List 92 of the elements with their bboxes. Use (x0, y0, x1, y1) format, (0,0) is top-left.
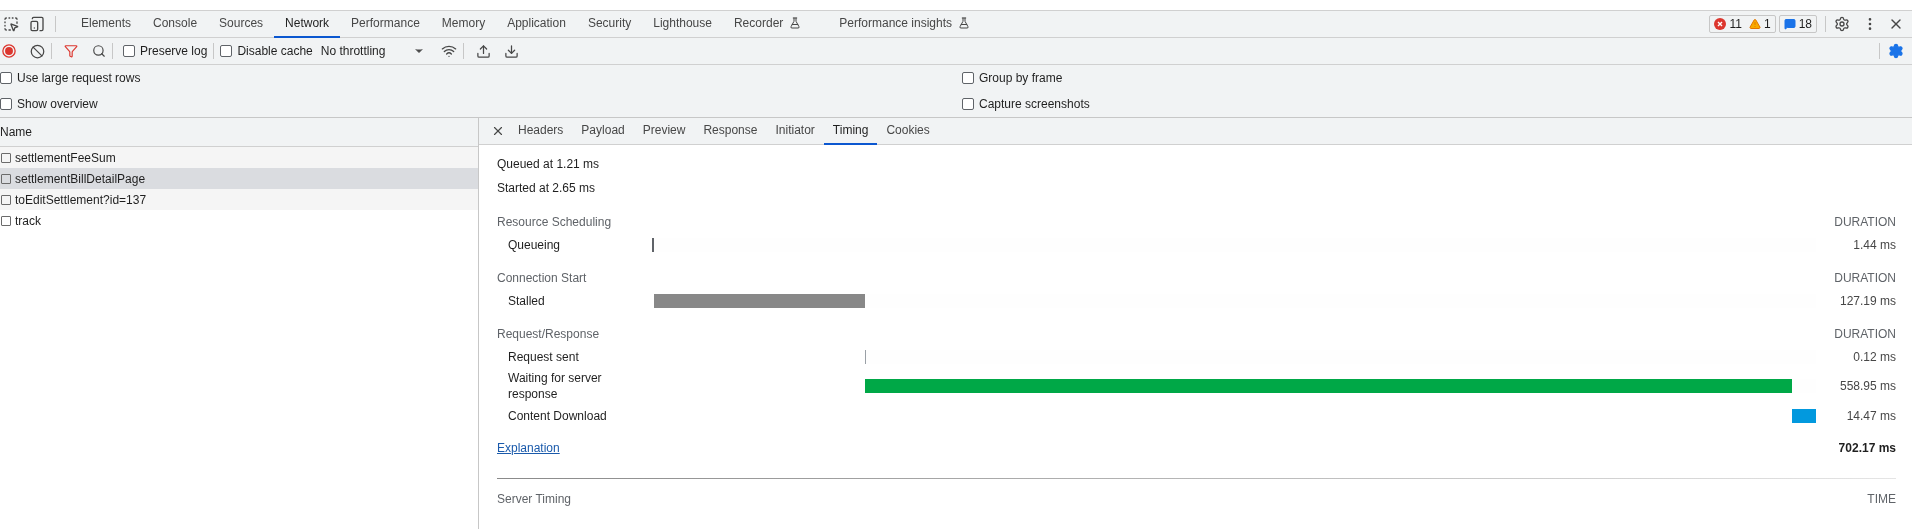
detail-tab[interactable]: Headers (509, 117, 573, 145)
section-title: Request/Response (497, 325, 600, 343)
queued-text: Queued at 1.21 ms (497, 156, 600, 173)
checkbox-label: Show overview (17, 96, 98, 113)
settings-icon[interactable] (1888, 43, 1904, 59)
clear-icon[interactable] (30, 43, 45, 59)
import-icon[interactable] (475, 43, 491, 59)
duration-value: 14.47 ms (1845, 407, 1896, 425)
inspect-icon[interactable] (3, 16, 19, 32)
request-name: settlementFeeSum (15, 149, 116, 167)
request-row[interactable]: toEditSettlement?id=137 (0, 189, 478, 210)
detail-tab[interactable]: Initiator (766, 117, 824, 145)
checkbox-label: Group by frame (979, 70, 1063, 87)
duration-value: 127.19 ms (1838, 292, 1896, 310)
section-title: Server Timing (497, 491, 572, 508)
phase-label: Request sent (507, 348, 580, 365)
column-header[interactable]: Name (0, 123, 32, 141)
checkbox[interactable] (962, 72, 974, 84)
panel-tab[interactable]: Performance insights (828, 10, 982, 38)
request-name: toEditSettlement?id=137 (15, 191, 147, 209)
setting-option[interactable]: Show overview (0, 95, 98, 113)
duration-value: 1.44 ms (1852, 236, 1896, 254)
section-title: Resource Scheduling (497, 213, 612, 231)
setting-option[interactable]: Capture screenshots (962, 95, 1090, 113)
export-icon[interactable] (503, 43, 519, 59)
checkbox[interactable] (220, 45, 233, 57)
close-icon[interactable] (491, 124, 505, 138)
detail-tab[interactable]: Preview (633, 117, 695, 145)
explanation-link[interactable]: Explanation (497, 439, 560, 457)
column-label: DURATION (1834, 269, 1896, 287)
warning-count: 1 (1763, 16, 1771, 33)
phase-label: Content Download (507, 407, 608, 424)
device-icon[interactable] (29, 16, 45, 32)
detail-tab[interactable]: Payload (572, 117, 634, 145)
record-stop-icon[interactable] (2, 44, 16, 58)
error-icon (1714, 18, 1727, 30)
detail-tab[interactable]: Timing (823, 117, 878, 145)
throttling-dropdown[interactable]: No throttling (320, 42, 425, 60)
disable-cache-option[interactable]: Disable cache (220, 42, 313, 60)
document-icon (1, 194, 11, 205)
detail-tab[interactable]: Response (694, 117, 767, 145)
preserve-log-option[interactable]: Preserve log (123, 42, 208, 60)
request-name: settlementBillDetailPage (15, 170, 146, 188)
column-label: DURATION (1834, 325, 1896, 343)
request-row[interactable]: settlementBillDetailPage (0, 168, 478, 189)
document-icon (1, 152, 11, 163)
request-row[interactable]: settlementFeeSum (0, 147, 478, 168)
panel-tab[interactable]: Security (576, 10, 643, 38)
settings-icon[interactable] (1834, 16, 1850, 32)
message-count: 18 (1798, 16, 1812, 33)
message-icon (1783, 18, 1796, 30)
checkbox[interactable] (123, 45, 135, 57)
flask-icon (958, 17, 971, 29)
detail-tab[interactable]: Cookies (877, 117, 939, 145)
panel-tab[interactable]: Lighthouse (642, 10, 723, 38)
panel-tab[interactable]: Performance (340, 10, 431, 38)
phase-label: Waiting for server response (507, 370, 603, 402)
checkbox[interactable] (0, 98, 12, 110)
checkbox-label: Preserve log (140, 43, 208, 60)
phase-label: Queueing (507, 236, 562, 253)
document-icon (1, 173, 11, 184)
phase-label: Stalled (507, 292, 546, 309)
panel-tab[interactable]: Application (496, 10, 577, 38)
total-duration: 702.17 ms (1838, 440, 1896, 457)
column-label: DURATION (1834, 213, 1896, 231)
duration-value: 0.12 ms (1852, 348, 1896, 366)
messages-counter[interactable]: 18 (1778, 15, 1817, 33)
setting-option[interactable]: Group by frame (962, 69, 1063, 87)
checkbox-label: Capture screenshots (979, 96, 1090, 113)
filter-icon[interactable] (64, 44, 78, 58)
started-text: Started at 2.65 ms (497, 180, 596, 197)
setting-option[interactable]: Use large request rows (0, 69, 141, 87)
panel-tab[interactable]: Recorder (722, 10, 813, 38)
checkbox-label: Disable cache (237, 43, 313, 60)
panel-tab[interactable]: Elements (70, 10, 143, 38)
checkbox-label: Use large request rows (17, 70, 141, 87)
panel-tab[interactable]: Memory (430, 10, 497, 38)
duration-value: 558.95 ms (1838, 378, 1896, 395)
request-name: track (15, 212, 41, 230)
warning-icon (1748, 18, 1761, 30)
section-title: Connection Start (497, 269, 587, 287)
error-count: 11 (1729, 16, 1742, 33)
issues-counter[interactable]: 11 1 (1709, 15, 1776, 33)
document-icon (1, 215, 11, 226)
search-icon[interactable] (92, 44, 106, 58)
column-label: TIME (1867, 491, 1896, 508)
panel-tab[interactable]: Console (142, 10, 209, 38)
flask-icon (789, 17, 802, 29)
network-conditions-icon[interactable] (440, 43, 457, 59)
panel-tab[interactable]: Sources (208, 10, 275, 38)
checkbox[interactable] (962, 98, 974, 110)
checkbox[interactable] (0, 72, 12, 84)
